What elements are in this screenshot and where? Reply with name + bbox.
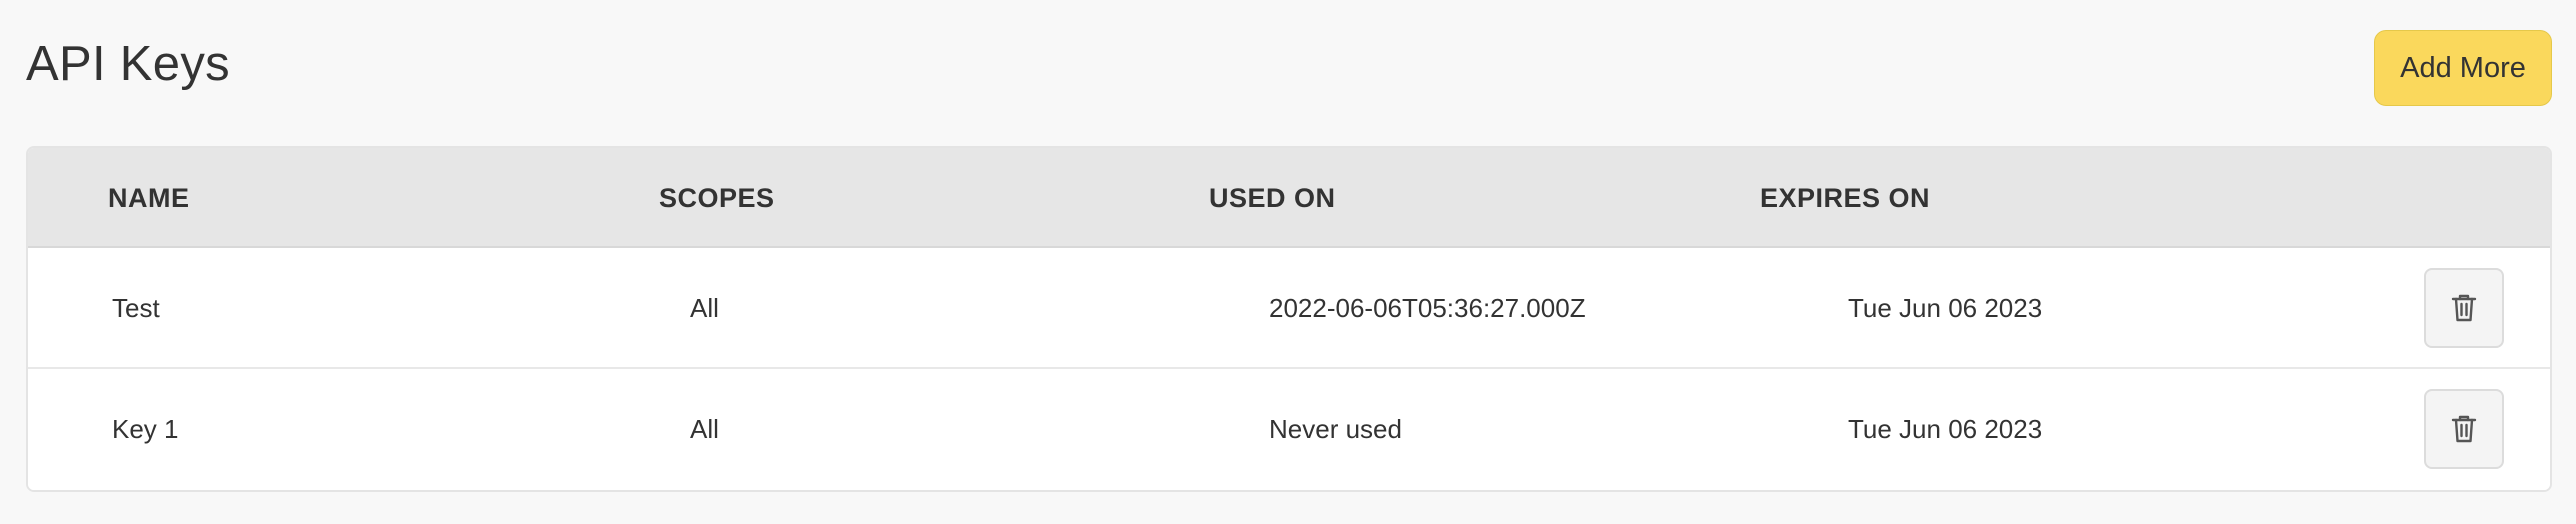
cell-used-on: 2022-06-06T05:36:27.000Z — [1269, 293, 1586, 323]
trash-icon — [2451, 293, 2477, 323]
column-header-scopes: SCOPES — [659, 183, 775, 213]
column-header-used-on: USED ON — [1209, 183, 1336, 213]
cell-expires-on: Tue Jun 06 2023 — [1848, 293, 2043, 323]
api-keys-table: NAME SCOPES USED ON EXPIRES ON Test All … — [26, 146, 2552, 492]
cell-name: Test — [112, 293, 160, 323]
page-header: API Keys Add More — [26, 0, 2552, 142]
delete-key-button[interactable] — [2424, 389, 2504, 469]
column-header-name: NAME — [108, 183, 190, 213]
table-row: Key 1 All Never used Tue Jun 06 2023 — [28, 369, 2550, 490]
delete-key-button[interactable] — [2424, 268, 2504, 348]
cell-scopes: All — [690, 293, 719, 323]
page-title: API Keys — [26, 37, 230, 91]
table-row: Test All 2022-06-06T05:36:27.000Z Tue Ju… — [28, 248, 2550, 369]
cell-used-on: Never used — [1269, 414, 1402, 444]
add-more-button[interactable]: Add More — [2374, 30, 2552, 106]
column-header-expires-on: EXPIRES ON — [1760, 183, 1931, 213]
cell-scopes: All — [690, 414, 719, 444]
table-header: NAME SCOPES USED ON EXPIRES ON — [28, 148, 2550, 248]
cell-expires-on: Tue Jun 06 2023 — [1848, 414, 2043, 444]
cell-name: Key 1 — [112, 414, 179, 444]
trash-icon — [2451, 414, 2477, 444]
